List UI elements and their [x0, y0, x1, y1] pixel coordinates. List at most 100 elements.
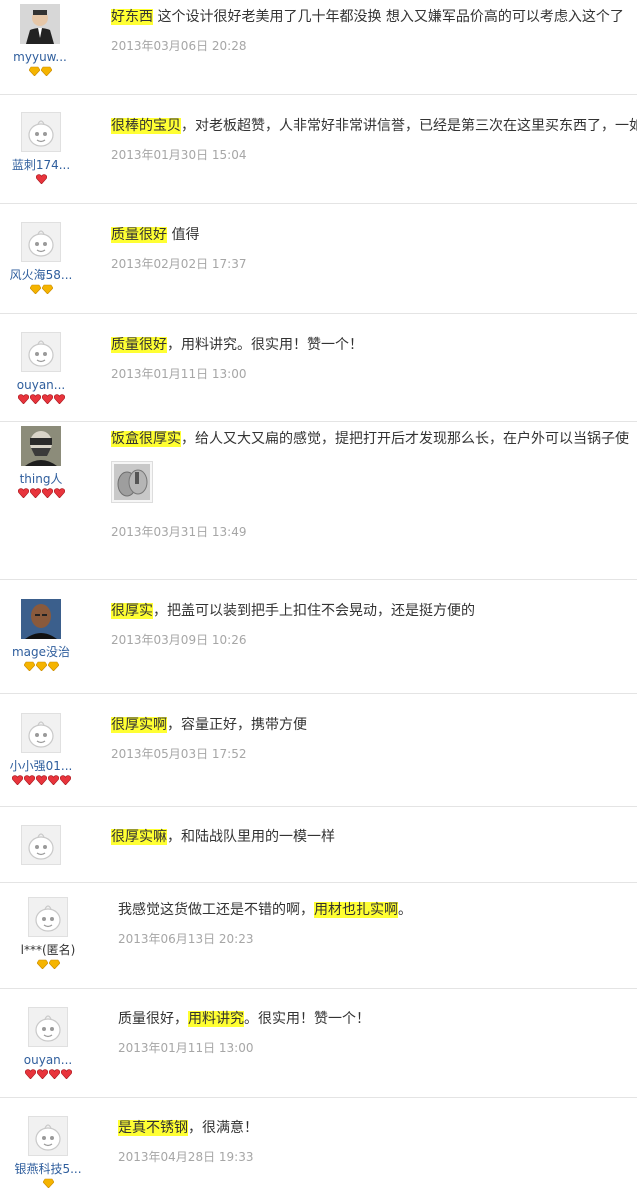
gold-diamond-icon: [40, 66, 52, 77]
highlighted-keyword: 质量很好: [111, 337, 167, 353]
review-text: 很厚实嘛，和陆战队里用的一模一样: [111, 827, 637, 847]
user-avatar[interactable]: [21, 112, 61, 152]
username[interactable]: thing人: [1, 472, 81, 486]
review-date: 2013年01月11日 13:00: [111, 367, 247, 381]
review-text-after: 。: [398, 902, 412, 918]
review-text-after: ，把盖可以装到把手上扣住不会晃动，还是挺方便的: [153, 603, 475, 619]
red-heart-icon: [59, 775, 71, 786]
red-heart-icon: [23, 775, 35, 786]
review-item: 风火海58... 质量很好 值得 2013年02月02日 17:37: [0, 204, 637, 314]
review-item: l***(匿名) 我感觉这货做工还是不错的啊，用材也扎实啊。 2013年06月1…: [0, 883, 637, 989]
username[interactable]: myyuw...: [0, 50, 80, 64]
review-text-after: ，和陆战队里用的一模一样: [167, 829, 335, 845]
review-text: 很厚实，把盖可以装到把手上扣住不会晃动，还是挺方便的: [111, 601, 637, 621]
red-heart-icon: [53, 488, 65, 499]
highlighted-keyword: 是真不锈钢: [118, 1120, 188, 1136]
review-photo-thumbnail[interactable]: [111, 461, 153, 503]
review-text-before: 我感觉这货做工还是不错的啊，: [118, 902, 314, 918]
username[interactable]: 小小强01...: [1, 759, 81, 773]
default-avatar-icon: [29, 898, 67, 936]
review-item: ouyan... 质量很好，用料讲究。很实用！赞一个！ 2013年01月11日 …: [0, 314, 637, 422]
user-avatar[interactable]: [28, 897, 68, 937]
highlighted-keyword: 用材也扎实啊: [314, 902, 398, 918]
review-text-after: ，对老板超赞，人非常好非常讲信誉，已经是第三次在这里买东西了，一如: [181, 118, 637, 134]
review-item: 银燕科技5... 是真不锈钢，很满意！ 2013年04月28日 19:33: [0, 1098, 637, 1203]
review-date: 2013年03月09日 10:26: [111, 633, 247, 647]
user-level-badges: [0, 66, 80, 78]
review-text: 饭盒很厚实，给人又大又扁的感觉，提把打开后才发现那么长，在户外可以当锅子使: [111, 429, 637, 449]
gold-diamond-icon: [35, 661, 47, 672]
review-text: 很棒的宝贝，对老板超赞，人非常好非常讲信誉，已经是第三次在这里买东西了，一如: [111, 116, 637, 136]
user-level-badges: [8, 959, 88, 971]
user-avatar[interactable]: [21, 599, 61, 639]
photo-bald-man-icon: [21, 599, 61, 639]
gold-diamond-icon: [23, 661, 35, 672]
username[interactable]: ouyan...: [1, 378, 81, 392]
user-avatar[interactable]: [20, 4, 60, 44]
default-avatar-icon: [22, 113, 60, 151]
review-date: 2013年03月31日 13:49: [111, 525, 247, 539]
photo-masked-icon: [21, 426, 61, 466]
review-text-after: ，容量正好，携带方便: [167, 717, 307, 733]
gold-diamond-icon: [41, 284, 53, 295]
review-item: mage没治 很厚实，把盖可以装到把手上扣住不会晃动，还是挺方便的 2013年0…: [0, 580, 637, 694]
review-date: 2013年03月06日 20:28: [111, 39, 247, 53]
review-item: myyuw... 好东西 这个设计很好老美用了几十年都没换 想入又嫌军品价高的可…: [0, 0, 637, 95]
username[interactable]: 风火海58...: [1, 268, 81, 282]
red-heart-icon: [11, 775, 23, 786]
review-text-after: 这个设计很好老美用了几十年都没换 想入又嫌军品价高的可以考虑入这个了: [153, 9, 624, 25]
red-heart-icon: [53, 394, 65, 405]
username[interactable]: 银燕科技5...: [8, 1162, 88, 1176]
red-heart-icon: [17, 488, 29, 499]
red-heart-icon: [41, 394, 53, 405]
user-avatar[interactable]: [28, 1116, 68, 1156]
highlighted-keyword: 很厚实啊: [111, 717, 167, 733]
user-avatar[interactable]: [21, 426, 61, 466]
user-avatar[interactable]: [21, 825, 61, 865]
red-heart-icon: [35, 775, 47, 786]
highlighted-keyword: 很棒的宝贝: [111, 118, 181, 134]
gold-diamond-icon: [47, 661, 59, 672]
gold-diamond-icon: [48, 959, 60, 970]
review-text: 质量很好 值得: [111, 225, 637, 245]
review-text-after: 值得: [167, 227, 200, 243]
red-heart-icon: [47, 775, 59, 786]
review-date: 2013年06月13日 20:23: [118, 932, 254, 946]
default-avatar-icon: [22, 826, 60, 864]
review-date: 2013年02月02日 17:37: [111, 257, 247, 271]
review-date: 2013年01月30日 15:04: [111, 148, 247, 162]
user-level-badges: [1, 661, 81, 673]
review-item: 很厚实嘛，和陆战队里用的一模一样: [0, 807, 637, 883]
gold-diamond-icon: [36, 959, 48, 970]
default-avatar-icon: [22, 223, 60, 261]
username[interactable]: ouyan...: [8, 1053, 88, 1067]
highlighted-keyword: 好东西: [111, 9, 153, 25]
default-avatar-icon: [29, 1117, 67, 1155]
username: l***(匿名): [20, 943, 76, 957]
username[interactable]: mage没治: [1, 645, 81, 659]
review-text: 质量很好，用料讲究。很实用！赞一个！: [111, 335, 637, 355]
user-level-badges: [8, 1069, 88, 1081]
review-item: 蓝刺174... 很棒的宝贝，对老板超赞，人非常好非常讲信誉，已经是第三次在这里…: [0, 95, 637, 204]
red-heart-icon: [29, 488, 41, 499]
review-item: 小小强01... 很厚实啊，容量正好，携带方便 2013年05月03日 17:5…: [0, 694, 637, 807]
red-heart-icon: [48, 1069, 60, 1080]
review-date: 2013年05月03日 17:52: [111, 747, 247, 761]
default-avatar-icon: [22, 333, 60, 371]
highlighted-keyword: 饭盒很厚实: [111, 431, 181, 447]
default-avatar-icon: [22, 714, 60, 752]
review-text: 我感觉这货做工还是不错的啊，用材也扎实啊。: [118, 900, 637, 920]
user-level-badges: [1, 488, 81, 500]
user-level-badges: [1, 284, 81, 296]
review-item: thing人 饭盒很厚实，给人又大又扁的感觉，提把打开后才发现那么长，在户外可以…: [0, 422, 637, 580]
username[interactable]: 蓝刺174...: [1, 158, 81, 172]
gold-diamond-icon: [42, 1178, 54, 1189]
review-text-after: ，给人又大又扁的感觉，提把打开后才发现那么长，在户外可以当锅子使: [181, 431, 629, 447]
user-level-badges: [1, 394, 81, 406]
user-avatar[interactable]: [28, 1007, 68, 1047]
red-heart-icon: [24, 1069, 36, 1080]
user-avatar[interactable]: [21, 332, 61, 372]
user-avatar[interactable]: [21, 713, 61, 753]
default-avatar-icon: [29, 1008, 67, 1046]
user-avatar[interactable]: [21, 222, 61, 262]
